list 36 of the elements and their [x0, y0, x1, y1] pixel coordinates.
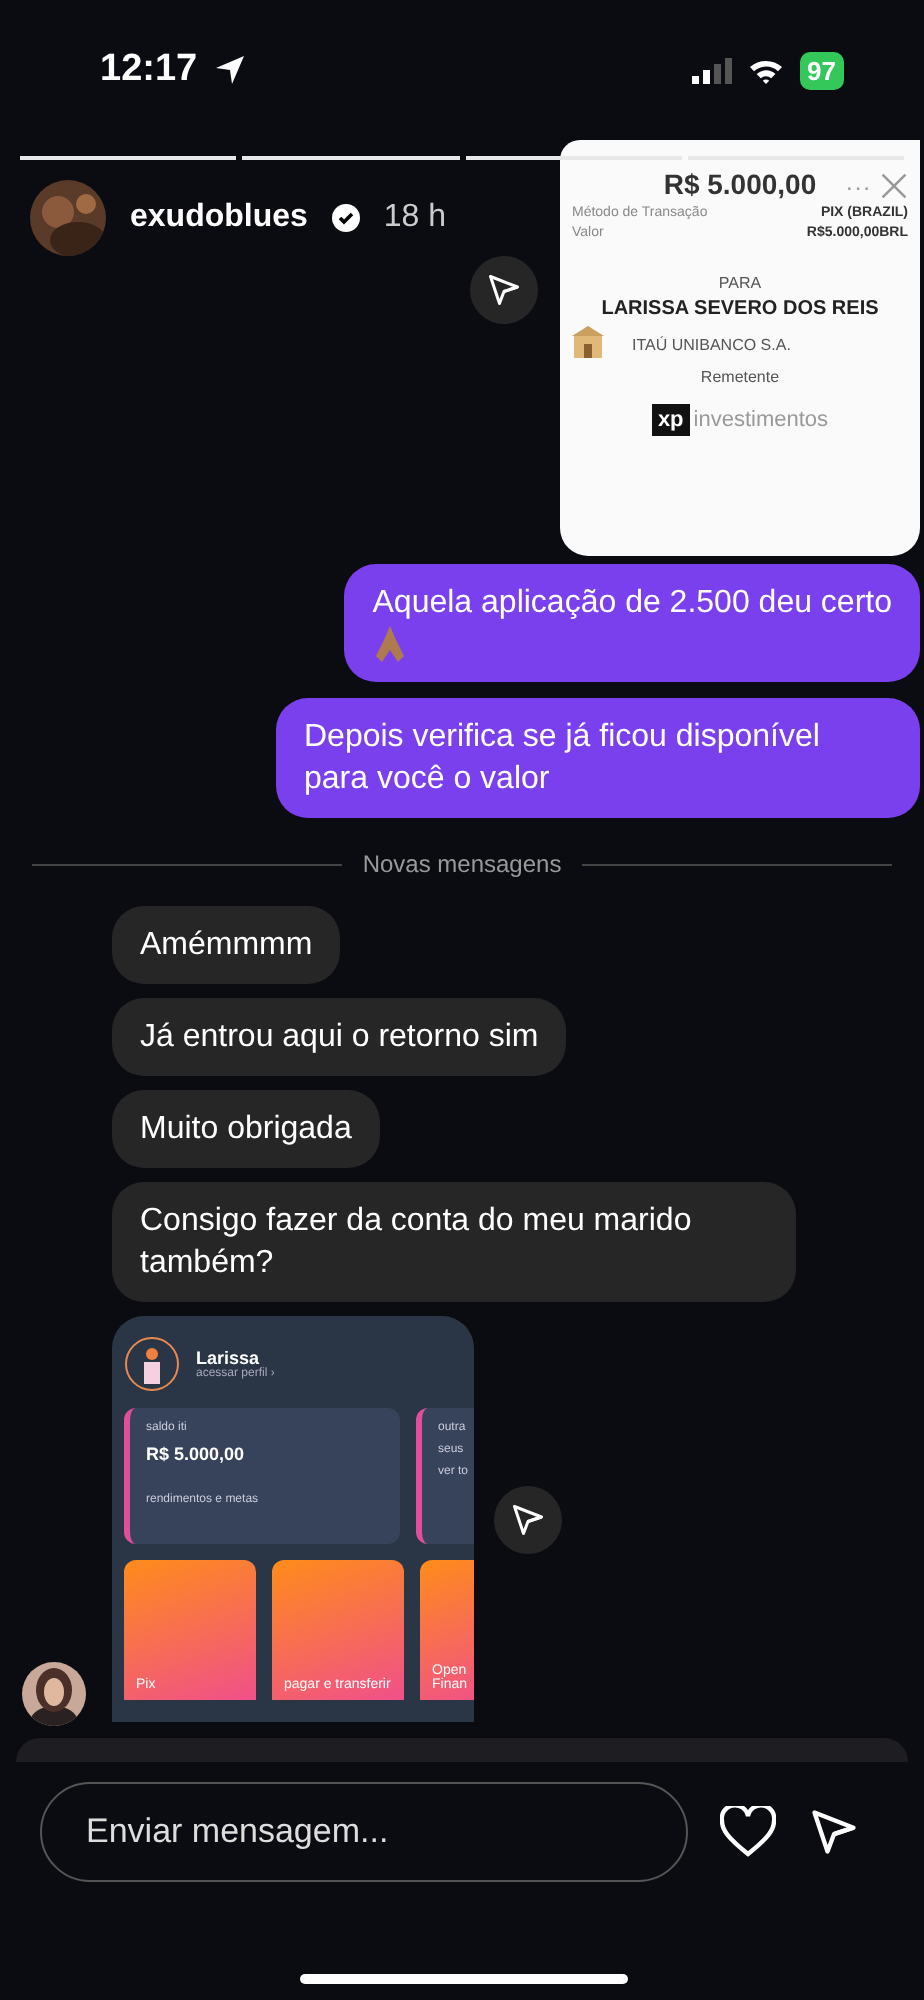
- post-time: 18 h: [383, 200, 447, 236]
- account-name: Larissa: [196, 1348, 260, 1368]
- profile-avatar[interactable]: [30, 180, 106, 256]
- sent-message: Depois verifica se já ficou disponível para você o valor: [276, 698, 920, 818]
- send-button[interactable]: [808, 1806, 860, 1858]
- send-icon: [486, 272, 522, 308]
- close-icon[interactable]: [880, 172, 908, 200]
- send-icon: [510, 1501, 546, 1537]
- received-message: Muito obrigada: [112, 1090, 380, 1168]
- received-message: Já entrou aqui o retorno sim: [112, 998, 567, 1076]
- send-icon: [808, 1806, 860, 1858]
- receipt-amount: R$ 5.000,00: [663, 168, 817, 200]
- message-field[interactable]: Enviar mensagem...: [40, 1782, 688, 1882]
- heart-icon: [720, 1806, 776, 1858]
- share-button[interactable]: [494, 1485, 562, 1553]
- received-message: Amémmmm: [112, 906, 341, 984]
- wifi-icon: [747, 57, 784, 83]
- received-message: Consigo fazer da conta do meu marido também?: [112, 1182, 796, 1302]
- receipt-label: Remetente: [700, 368, 780, 386]
- signal-icon: [691, 57, 732, 83]
- sender-logo: xp investimentos: [651, 404, 829, 436]
- sender-avatar: [22, 1662, 86, 1726]
- receipt-label: PARA: [718, 274, 762, 292]
- location-arrow-icon: [213, 54, 246, 86]
- bank-name: ITAÚ UNIBANCO S.A.: [632, 335, 791, 353]
- bank-building-icon: [572, 326, 604, 362]
- profile-icon: [124, 1336, 180, 1392]
- like-button[interactable]: [720, 1806, 776, 1858]
- battery-level: 97: [799, 51, 844, 89]
- clock-time: 12:17: [100, 48, 198, 92]
- recipient-name: LARISSA SEVERO DOS REIS: [601, 298, 879, 320]
- share-button[interactable]: [470, 256, 538, 324]
- username[interactable]: exudoblues: [130, 200, 308, 236]
- balance-amount: R$ 5.000,00: [146, 1444, 247, 1464]
- new-messages-divider: Novas mensagens: [362, 850, 562, 878]
- sent-message: Aquela aplicação de 2.500 deu certo: [344, 564, 920, 682]
